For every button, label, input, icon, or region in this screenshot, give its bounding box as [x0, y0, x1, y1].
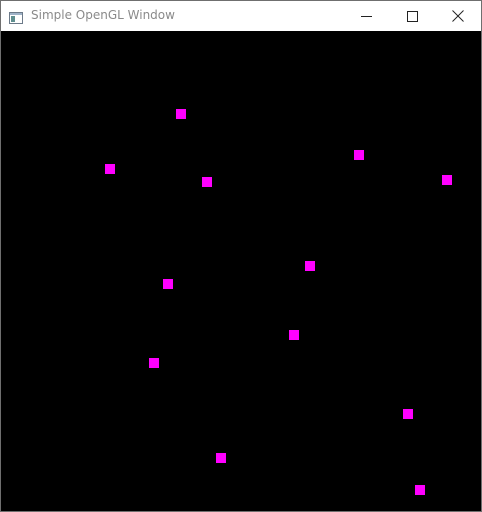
- minimize-button[interactable]: [343, 1, 389, 31]
- point-marker: [442, 175, 452, 185]
- close-button[interactable]: [435, 1, 481, 31]
- point-marker: [354, 150, 364, 160]
- maximize-icon: [406, 10, 418, 22]
- point-marker: [415, 485, 425, 495]
- minimize-icon: [360, 11, 372, 22]
- point-marker: [216, 453, 226, 463]
- opengl-canvas[interactable]: [1, 31, 481, 511]
- point-marker: [163, 279, 173, 289]
- title-bar[interactable]: Simple OpenGL Window: [1, 1, 481, 31]
- point-marker: [289, 330, 299, 340]
- point-marker: [403, 409, 413, 419]
- app-window: Simple OpenGL Window: [0, 0, 482, 512]
- point-marker: [105, 164, 115, 174]
- point-marker: [176, 109, 186, 119]
- close-icon: [452, 10, 464, 22]
- app-window-icon: [9, 9, 23, 24]
- point-marker: [149, 358, 159, 368]
- point-marker: [305, 261, 315, 271]
- maximize-button[interactable]: [389, 1, 435, 31]
- window-title: Simple OpenGL Window: [31, 8, 175, 22]
- point-marker: [202, 177, 212, 187]
